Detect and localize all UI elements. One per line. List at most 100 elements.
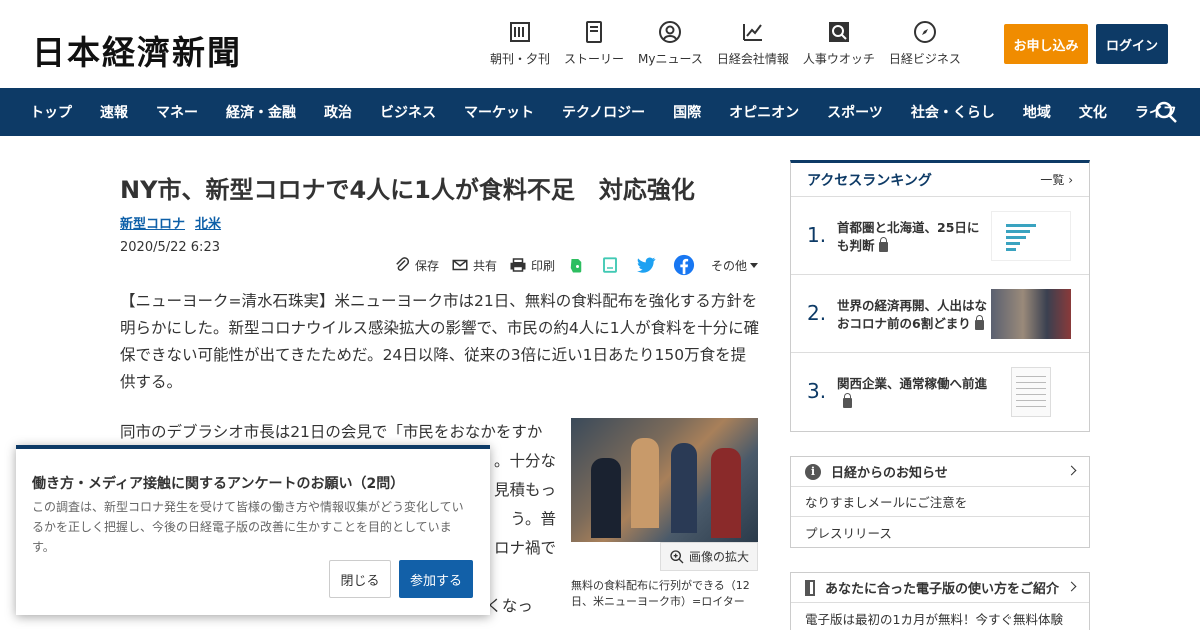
print-label: 印刷 <box>530 258 555 273</box>
tag-north-america[interactable]: 北米 <box>195 217 221 232</box>
notice-header[interactable]: i 日経からのお知らせ <box>791 457 1089 487</box>
clip-icon <box>396 257 410 271</box>
nav-item-technology[interactable]: テクノロジー <box>562 102 645 122</box>
ranking-number: 1. <box>807 223 827 247</box>
thumb-bar <box>1006 230 1030 233</box>
ranking-text: 世界の経済再開、人出はなおコロナ前の6割どまり <box>837 297 987 333</box>
ranking-item[interactable]: 2. 世界の経済再開、人出はなおコロナ前の6割どまり <box>791 275 1089 353</box>
thumb-line <box>1016 394 1046 395</box>
nav-personnel-label: 人事ウオッチ <box>802 52 875 66</box>
evernote-icon <box>570 259 582 273</box>
ranking-more-link[interactable]: 一覧 › <box>1040 171 1073 188</box>
caret-down-icon <box>750 262 758 268</box>
nav-mynews-label: Myニュース <box>638 52 703 66</box>
article-tags: 新型コロナ 北米 <box>120 213 760 232</box>
notice-title: 日経からのお知らせ <box>831 466 948 481</box>
nav-story-label: ストーリー <box>564 52 625 66</box>
ranking-thumbnail <box>991 211 1071 261</box>
notice-box: i 日経からのお知らせ なりすましメールにご注意を プレスリリース <box>790 456 1090 548</box>
nav-item-opinion[interactable]: オピニオン <box>729 102 799 122</box>
zoom-label: 画像の拡大 <box>688 550 749 564</box>
nav-item-region[interactable]: 地域 <box>1023 102 1051 122</box>
nav-mynews[interactable]: Myニュース <box>638 20 703 70</box>
ranking-text-label: 首都圏と北海道、25日にも判断 <box>837 220 980 253</box>
article-photo[interactable] <box>571 418 758 542</box>
zoom-image-button[interactable]: 画像の拡大 <box>659 542 758 571</box>
photo-figure <box>711 448 741 538</box>
survey-description: この調査は、新型コロナ発生を受けて皆様の働き方や情報収集がどう変化しているかを正… <box>32 500 464 554</box>
mail-icon <box>452 259 468 271</box>
ranking-number: 3. <box>807 379 827 403</box>
nav-newspaper[interactable]: 朝刊・夕刊 <box>490 20 550 70</box>
ranking-more-label: 一覧 <box>1040 173 1065 187</box>
info-icon: i <box>805 463 821 480</box>
evernote-button[interactable] <box>567 256 589 274</box>
site-logo[interactable]: 日本経濟新聞 <box>32 26 242 74</box>
ranking-text: 首都圏と北海道、25日にも判断 <box>837 219 987 255</box>
survey-close-button[interactable]: 閉じる <box>329 560 391 598</box>
ranking-item[interactable]: 3. 関西企業、通常稼働へ前進 <box>791 353 1089 431</box>
thumb-bar <box>1006 242 1020 245</box>
other-share-dropdown[interactable]: その他 <box>711 257 758 274</box>
notice-item[interactable]: なりすましメールにご注意を <box>791 487 1089 517</box>
nav-item-business[interactable]: ビジネス <box>380 102 436 122</box>
search-person-icon <box>828 22 849 42</box>
article-title: NY市、新型コロナで4人に1人が食料不足 対応強化 <box>120 176 695 204</box>
bookmark-icon <box>805 579 815 596</box>
nav-item-breaking[interactable]: 速報 <box>100 102 128 122</box>
article: NY市、新型コロナで4人に1人が食料不足 対応強化 新型コロナ 北米 2020/5… <box>120 160 760 615</box>
thumb-bar <box>1006 224 1036 227</box>
sidebar: アクセスランキング 一覧 › 1. 首都圏と北海道、25日にも判断 2. 世界の… <box>790 160 1090 630</box>
login-button[interactable]: ログイン <box>1096 24 1168 64</box>
search-icon[interactable] <box>1154 100 1178 124</box>
note-icon <box>603 257 617 273</box>
nav-story[interactable]: ストーリー <box>564 20 624 70</box>
lock-icon <box>974 314 984 330</box>
user-icon <box>659 21 682 43</box>
guide-header[interactable]: あなたに合った電子版の使い方をご紹介 <box>791 573 1089 603</box>
apply-button[interactable]: お申し込み <box>1004 24 1088 64</box>
save-button[interactable]: 保存 <box>393 256 439 274</box>
nav-company-info-label: 日経会社情報 <box>716 52 789 66</box>
nav-item-market[interactable]: マーケット <box>464 102 534 122</box>
zoom-icon <box>670 549 684 563</box>
nav-item-society[interactable]: 社会・くらし <box>911 102 995 122</box>
twitter-icon <box>637 257 656 273</box>
main-nav: トップ 速報 マネー 経済・金融 政治 ビジネス マーケット テクノロジー 国際… <box>0 88 1200 136</box>
note-button[interactable] <box>601 256 623 274</box>
share-label: 共有 <box>472 258 497 273</box>
nav-item-international[interactable]: 国際 <box>673 102 701 122</box>
nav-item-culture[interactable]: 文化 <box>1079 102 1107 122</box>
notice-item[interactable]: プレスリリース <box>791 517 1089 547</box>
survey-join-button[interactable]: 参加する <box>399 560 473 598</box>
print-button[interactable]: 印刷 <box>509 256 555 274</box>
ranking-item[interactable]: 1. 首都圏と北海道、25日にも判断 <box>791 197 1089 275</box>
nav-newspaper-label: 朝刊・夕刊 <box>490 52 551 66</box>
nav-item-money[interactable]: マネー <box>156 102 198 122</box>
thumb-bar <box>1006 248 1016 251</box>
twitter-button[interactable] <box>635 254 661 276</box>
thumb-line <box>1016 388 1046 389</box>
thumb-line <box>1016 382 1046 383</box>
nav-item-sports[interactable]: スポーツ <box>827 102 883 122</box>
nav-item-top[interactable]: トップ <box>30 102 72 122</box>
survey-popup: 働き方・メディア接触に関するアンケートのお願い（2問） この調査は、新型コロナ発… <box>16 445 490 615</box>
survey-title: 働き方・メディア接触に関するアンケートのお願い（2問） <box>32 476 405 492</box>
article-figure: 画像の拡大 無料の食料配布に行列ができる（12日、米ニューヨーク市）=ロイター <box>571 418 758 608</box>
facebook-button[interactable] <box>673 254 699 276</box>
tag-corona[interactable]: 新型コロナ <box>120 217 185 232</box>
photo-figure <box>671 443 697 533</box>
nav-item-economy[interactable]: 経済・金融 <box>226 102 296 122</box>
guide-box: あなたに合った電子版の使い方をご紹介 電子版は最初の1カ月が無料！今すぐ無料体験 <box>790 572 1090 630</box>
article-lead: 【ニューヨーク=清水石珠実】米ニューヨーク市は21日、無料の食料配布を強化する方… <box>120 292 760 391</box>
share-button[interactable]: 共有 <box>451 256 497 274</box>
chevron-right-icon <box>1066 581 1077 592</box>
ranking-number: 2. <box>807 301 827 325</box>
nav-personnel[interactable]: 人事ウオッチ <box>803 20 875 70</box>
nav-business[interactable]: 日経ビジネス <box>889 20 961 70</box>
thumb-line <box>1016 400 1046 401</box>
other-label: その他 <box>710 258 747 273</box>
nav-company-info[interactable]: 日経会社情報 <box>717 20 789 70</box>
nav-item-politics[interactable]: 政治 <box>324 102 352 122</box>
thumb-line <box>1016 406 1046 407</box>
